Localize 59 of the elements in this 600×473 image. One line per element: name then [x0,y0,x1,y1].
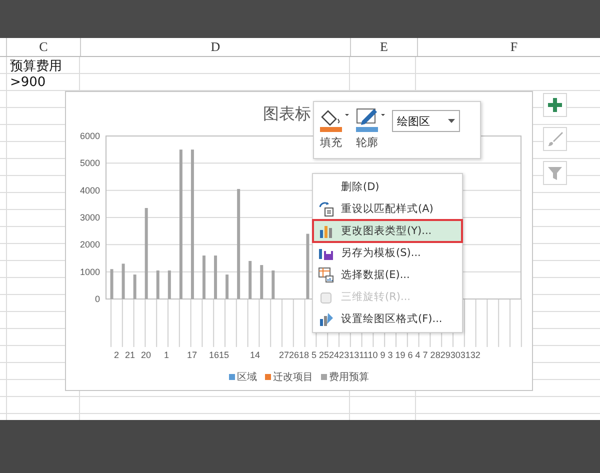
chart-title: 图表标 [263,104,311,123]
data-table-icon [318,267,334,283]
column-header[interactable]: D [210,39,220,55]
brush-icon [547,131,563,147]
bar [168,270,171,299]
axis-label: 0 [94,294,100,304]
filter-icon [547,165,563,181]
column-header[interactable]: F [510,39,518,55]
legend-label: 费用预算 [329,370,369,384]
bar [306,234,310,299]
axis-label: 1 [164,350,170,360]
axis-label: 3000 [80,212,100,222]
axis-label: 1000 [80,266,100,277]
axis-label: 17 [187,350,198,360]
element-dropdown[interactable]: 绘图区 [392,110,460,132]
bar-chart-icon [318,223,334,239]
bar [202,256,206,299]
axis-label: 5000 [80,158,100,168]
menu-item[interactable]: 重设以匹配样式(A) [313,198,462,220]
table-cell-text: 预算费用 [10,58,62,74]
menu-item[interactable]: 更改图表类型(Y)... [313,220,462,242]
axis-label: 21 [125,350,136,360]
menu-item[interactable]: 另存为模板(S)... [313,242,462,264]
axis-label: 14 [250,350,260,360]
outline-button[interactable]: 轮廓 [356,108,390,150]
menu-item[interactable]: 设置绘图区格式(F)... [313,308,462,330]
legend-label: 区域 [237,370,257,384]
axis-label: 2000 [80,240,100,250]
bar [122,264,125,299]
bar [156,270,160,299]
fill-button[interactable]: 填充 [320,108,354,150]
pencil-icon [356,108,386,132]
menu-item[interactable]: 删除(D) [313,176,462,198]
column-header[interactable]: E [380,39,388,55]
reset-style-icon [318,201,334,217]
axis-label: 6000 [80,131,100,141]
bar [133,274,136,299]
filter-button[interactable] [543,161,567,185]
add-element-button[interactable] [543,93,567,117]
axis-label: 20 [141,350,152,360]
bar [248,260,252,299]
column-header[interactable]: C [39,39,48,55]
bar [110,269,114,299]
axis-label: 2 [114,350,120,360]
caret-icon [448,119,455,123]
chart-style-button[interactable] [543,127,567,151]
format-chart-icon [318,311,334,327]
axis-label: 1615 [209,350,230,360]
legend-label: 迁改项目 [273,370,313,384]
axis-label: 272618 5 252423131110 9 3 19 6 4 7 2829303132 [279,350,480,360]
bar [226,274,229,299]
paint-bucket-icon [320,108,350,132]
bar [214,256,218,299]
bar [272,270,275,299]
bar [260,265,264,299]
menu-item[interactable]: 选择数据(E)... [313,264,462,286]
plus-icon [548,98,562,112]
axis-label: 4000 [80,185,100,196]
table-cell: >900 [10,75,46,90]
